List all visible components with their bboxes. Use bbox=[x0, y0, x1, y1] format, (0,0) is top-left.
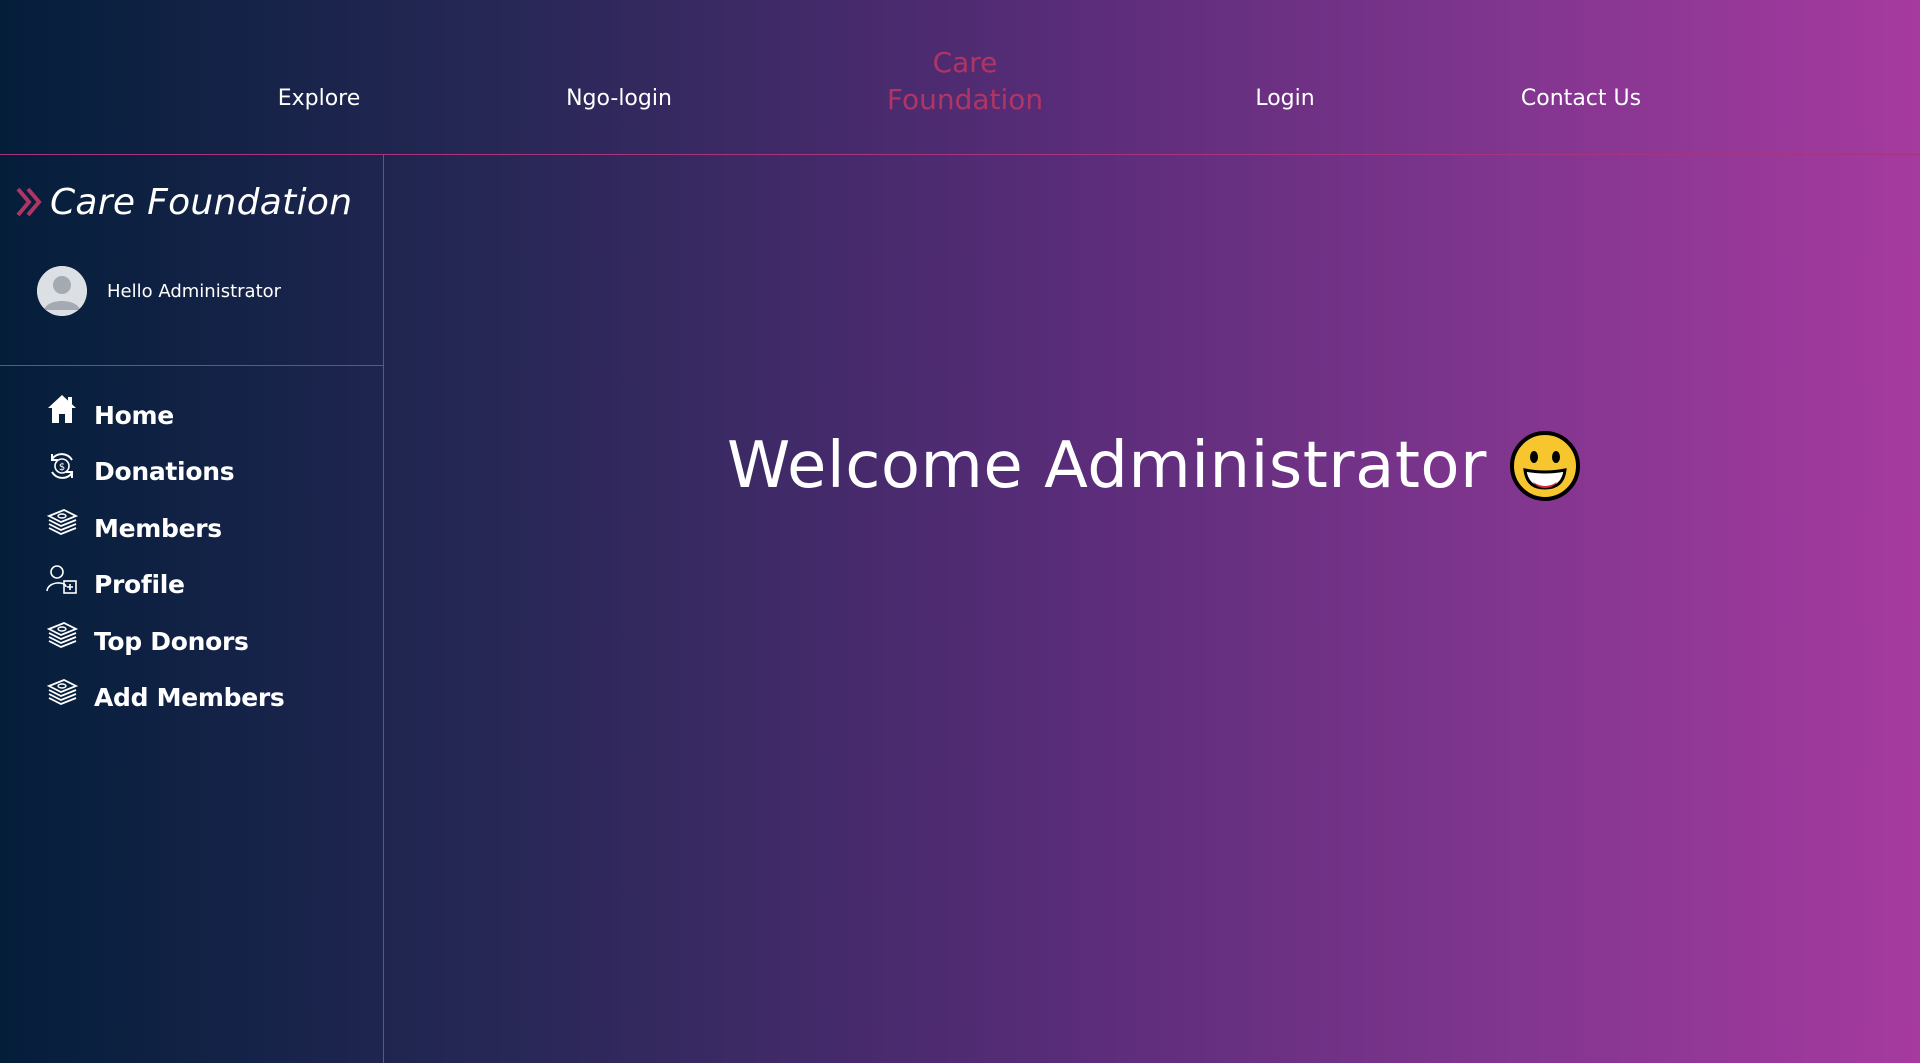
sidebar-item-label: Profile bbox=[94, 570, 185, 600]
nav-brand-line1: Care bbox=[932, 46, 998, 79]
welcome-text: Welcome Administrator bbox=[727, 429, 1487, 503]
sidebar-item-donations[interactable]: $ Donations bbox=[46, 444, 366, 501]
sidebar-brand[interactable]: Care Foundation bbox=[16, 179, 352, 225]
nav-brand-line2: Foundation bbox=[886, 83, 1044, 116]
nav-link-ngo-login[interactable]: Ngo-login bbox=[566, 86, 672, 118]
nav-brand-logo[interactable]: Care Foundation bbox=[887, 44, 1043, 118]
home-icon bbox=[46, 393, 78, 427]
sidebar-item-label: Members bbox=[94, 513, 222, 543]
money-stack-icon bbox=[46, 506, 78, 540]
sidebar-item-label: Donations bbox=[94, 457, 235, 487]
sidebar-brand-text: Care Foundation bbox=[50, 181, 353, 223]
sidebar-item-top-donors[interactable]: Top Donors bbox=[46, 613, 366, 670]
sidebar-item-add-members[interactable]: Add Members bbox=[46, 670, 366, 727]
money-stack-icon bbox=[46, 676, 78, 710]
grinning-face-icon bbox=[1509, 431, 1580, 501]
sidebar-item-members[interactable]: Members bbox=[46, 500, 366, 557]
user-add-icon bbox=[46, 563, 78, 597]
main-content: Welcome Administrator bbox=[385, 156, 1920, 1063]
sidebar-divider bbox=[0, 365, 384, 366]
svg-text:$: $ bbox=[59, 462, 65, 473]
user-info: Hello Administrator bbox=[37, 266, 281, 316]
sidebar-item-profile[interactable]: Profile bbox=[46, 557, 366, 614]
sidebar-menu: Home $ Donations Members Profile Top Don… bbox=[46, 387, 366, 726]
double-chevron-right-icon bbox=[16, 187, 42, 217]
sidebar-item-label: Add Members bbox=[94, 683, 285, 713]
money-stack-icon bbox=[46, 619, 78, 653]
dollar-cycle-icon: $ bbox=[46, 450, 78, 484]
sidebar: Care Foundation Hello Administrator Home bbox=[0, 155, 384, 1063]
nav-link-explore[interactable]: Explore bbox=[278, 86, 361, 118]
nav-link-contact-us[interactable]: Contact Us bbox=[1521, 86, 1641, 118]
welcome-heading: Welcome Administrator bbox=[727, 426, 1581, 506]
sidebar-item-home[interactable]: Home bbox=[46, 387, 366, 444]
top-navbar: Explore Ngo-login Care Foundation Login … bbox=[0, 0, 1920, 155]
sidebar-item-label: Home bbox=[94, 400, 174, 430]
nav-link-login[interactable]: Login bbox=[1255, 86, 1314, 118]
user-avatar-icon bbox=[37, 266, 87, 316]
greeting-text: Hello Administrator bbox=[107, 280, 282, 302]
sidebar-item-label: Top Donors bbox=[94, 626, 249, 656]
